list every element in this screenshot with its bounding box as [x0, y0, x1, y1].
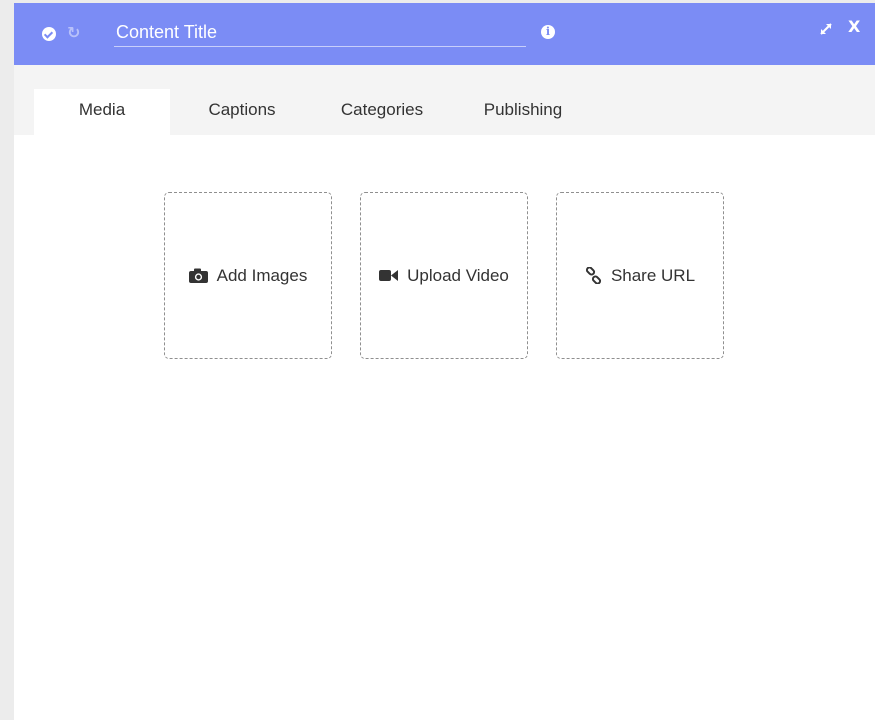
video-camera-icon	[379, 270, 399, 281]
tab-categories[interactable]: Categories	[320, 89, 444, 135]
refresh-icon[interactable]: ↻	[67, 23, 85, 43]
content-title-input[interactable]	[114, 19, 526, 47]
content-editor-panel: ↻ i X Media Captions Categories Publishi…	[14, 3, 875, 720]
tab-publishing[interactable]: Publishing	[460, 89, 586, 135]
upload-video-button[interactable]: Upload Video	[360, 192, 528, 359]
upload-video-label: Upload Video	[407, 265, 509, 285]
tab-captions[interactable]: Captions	[180, 89, 304, 135]
add-images-label: Add Images	[216, 265, 308, 285]
editor-header: ↻ i X	[14, 3, 875, 65]
tab-bar: Media Captions Categories Publishing	[14, 65, 875, 135]
close-icon[interactable]: X	[848, 17, 862, 37]
camera-icon	[188, 268, 208, 283]
link-icon	[585, 267, 601, 284]
tab-media[interactable]: Media	[34, 89, 170, 135]
share-url-button[interactable]: Share URL	[556, 192, 724, 359]
expand-icon[interactable]	[818, 21, 834, 37]
info-icon[interactable]: i	[541, 25, 555, 39]
add-images-button[interactable]: Add Images	[164, 192, 332, 359]
check-circle-icon[interactable]	[42, 27, 56, 41]
share-url-label: Share URL	[610, 265, 696, 285]
